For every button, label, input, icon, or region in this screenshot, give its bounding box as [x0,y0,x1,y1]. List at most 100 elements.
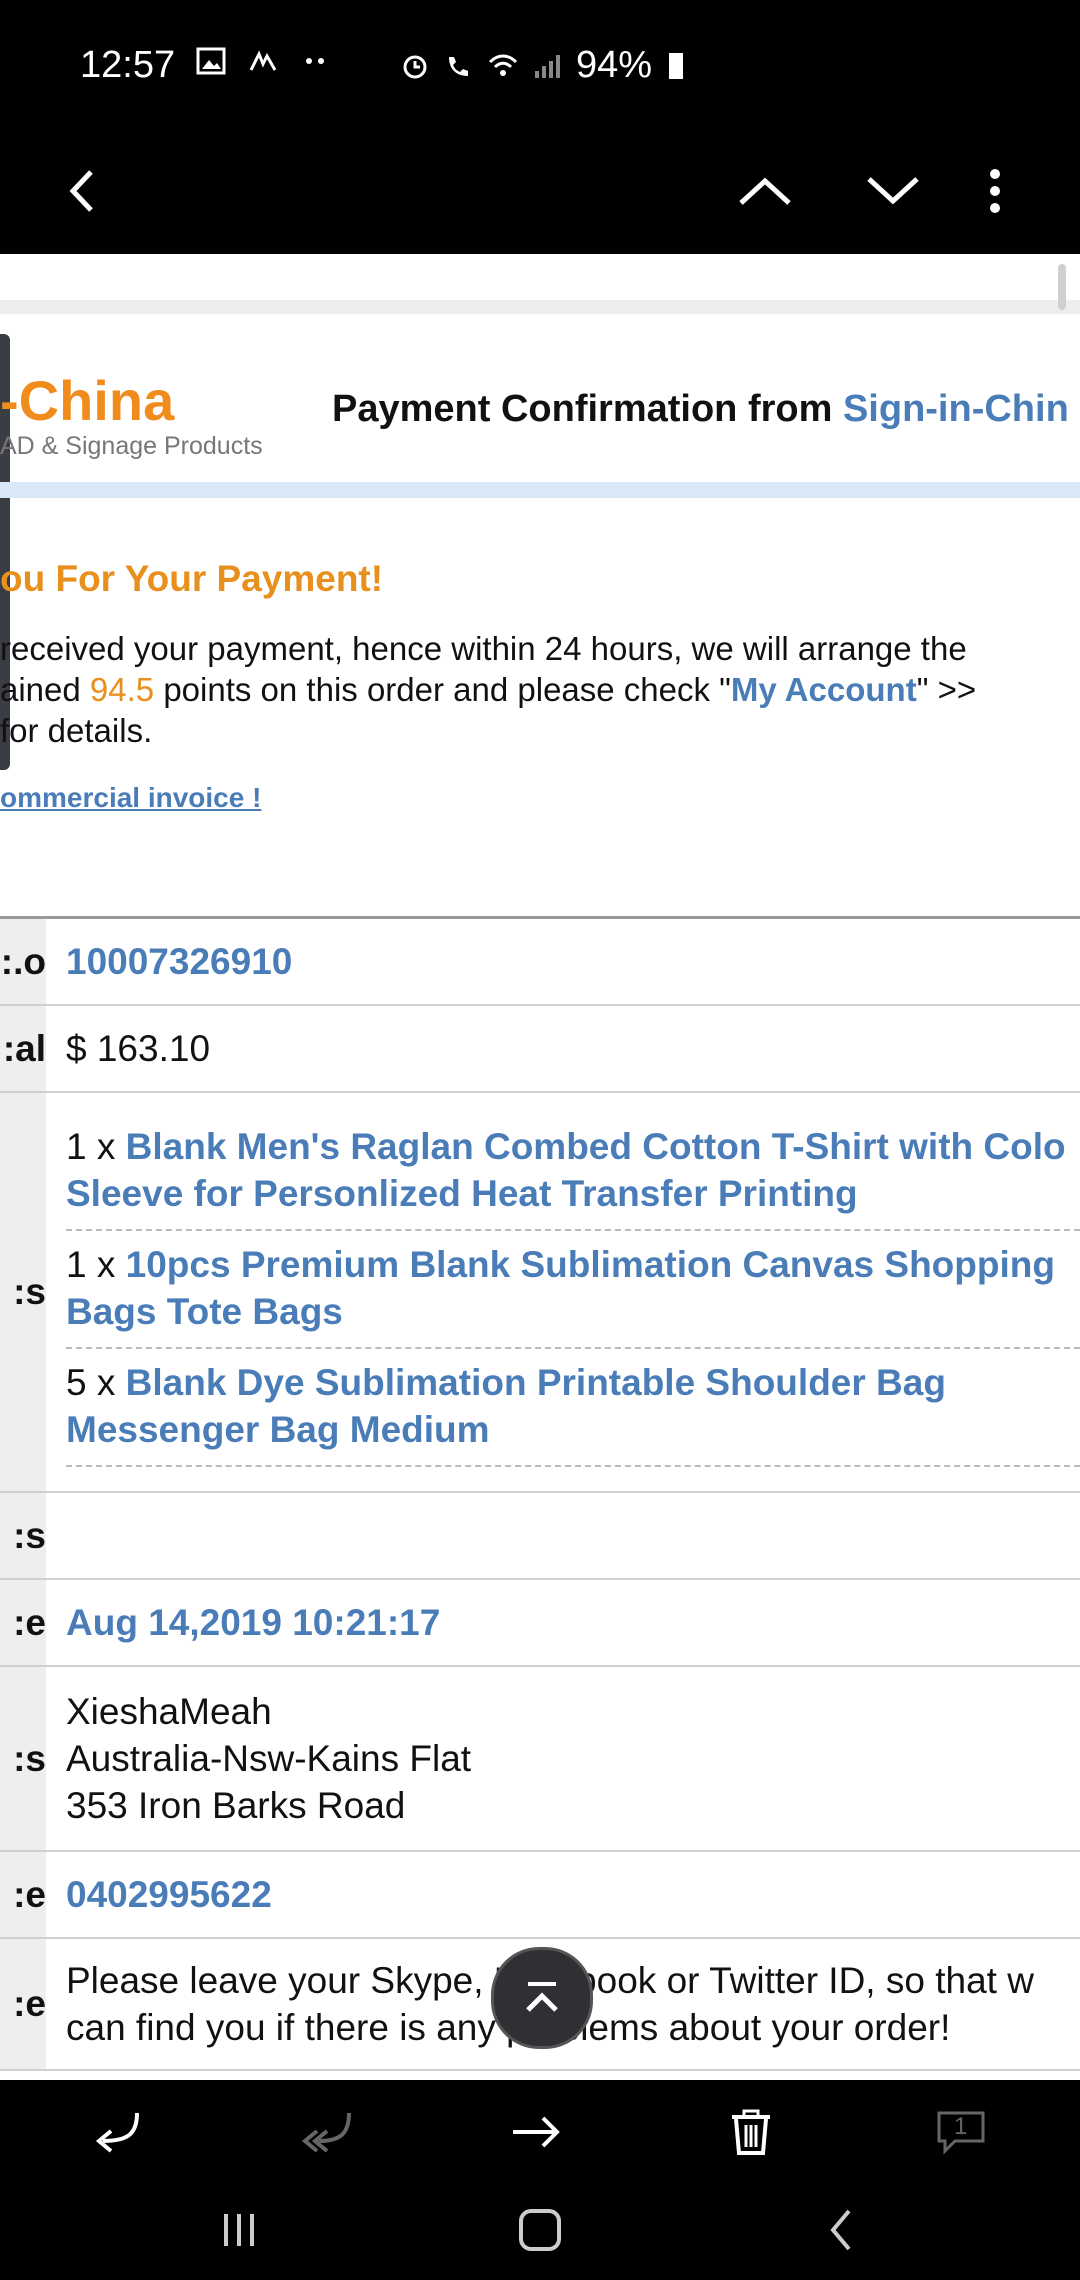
message-line-1: received your payment, hence within 24 h… [0,630,967,667]
cell-signal-icon [535,54,560,78]
phone-label: e: [0,1852,46,1937]
message-line-2: ained 94.5 points on this order and plea… [0,669,1060,710]
logo-subtitle: AD & Signage Products [0,432,263,460]
total-label: al: [0,1006,46,1091]
order-date-value: Aug 14,2019 10:21:17 [66,1601,441,1643]
previous-message-button[interactable] [730,156,800,226]
more-options-button[interactable] [960,156,1030,226]
commercial-invoice-link[interactable]: ommercial invoice ! [0,782,261,814]
header-brand-link[interactable]: Sign-in-Chin [843,388,1069,430]
phone-number-link[interactable]: 0402995622 [46,1852,1080,1937]
status-bar: 12:57 94% [0,0,1080,128]
reply-button[interactable] [82,2100,152,2164]
image-icon [196,47,226,75]
table-row: s: 1 x Blank Men's Raglan Combed Cotton … [0,1093,1080,1493]
more-dots-icon [306,58,324,64]
items-list: 1 x Blank Men's Raglan Combed Cotton T-S… [46,1093,1080,1491]
scroll-to-top-button[interactable] [491,1947,593,2049]
recents-icon [224,2214,254,2246]
wifi-call-icon [449,56,468,76]
address-line: XieshaMeah [66,1691,272,1732]
reply-all-button[interactable] [292,2100,362,2164]
top-strip [0,254,1080,314]
list-item: 5 x Blank Dye Sublimation Printable Shou… [66,1349,1080,1467]
scrollbar[interactable] [1058,264,1066,310]
header-prefix: Payment Confirmation from [332,388,843,430]
message-count-badge: 1 [954,2113,968,2140]
message-count-button[interactable]: 1 [926,2100,996,2164]
battery-level: 94% [576,44,653,86]
order-number-link[interactable]: 10007326910 [46,919,1080,1004]
forward-icon [513,2116,560,2148]
message-line-3: for details. [0,712,153,749]
message-text: " >> [916,671,977,708]
back-nav-icon [830,2209,851,2251]
message-toolbar: 1 [0,2080,1080,2184]
logo-text: -China [0,369,175,432]
address-line: 353 Iron Barks Road [66,1785,406,1826]
list-item: 1 x 10pcs Premium Blank Sublimation Canv… [66,1231,1080,1349]
address-label: s: [0,1667,46,1850]
item-name-link[interactable]: 10pcs Premium Blank Sublimation Canvas S… [126,1244,1055,1285]
email-body[interactable]: -China AD & Signage Products Payment Con… [0,254,1080,2080]
alarm-icon [403,55,427,78]
status-right-icons: 94% [400,44,686,87]
item-qty: 1 x [66,1126,126,1167]
item-name-link[interactable]: Bags Tote Bags [66,1291,343,1332]
wifi-icon [488,54,518,76]
back-nav-button[interactable] [806,2198,876,2262]
item-name-link[interactable]: Messenger Bag Medium [66,1409,490,1450]
remarks-label: s: [0,1493,46,1578]
table-row: e: Aug 14,2019 10:21:17 [0,1580,1080,1667]
order-no-label: o.: [0,919,46,1004]
item-name-link[interactable]: Blank Dye Sublimation Printable Shoulder… [126,1362,946,1403]
table-row: s: [0,1493,1080,1580]
header-divider [0,482,1080,498]
chevron-down-icon [867,177,919,205]
table-row: e: 0402995622 [0,1852,1080,1939]
points-value: 94.5 [89,671,155,708]
reply-icon [95,2112,139,2153]
message-text: points on this order and please check " [154,671,731,708]
address-line: Australia-Nsw-Kains Flat [66,1738,472,1779]
forward-button[interactable] [502,2100,572,2164]
table-row: s: XieshaMeah Australia-Nsw-Kains Flat 3… [0,1667,1080,1852]
table-row: o.: 10007326910 [0,919,1080,1006]
delete-button[interactable] [716,2100,786,2164]
home-icon [519,2209,561,2251]
order-table: o.: 10007326910 al: $ 163.10 s: 1 x Blan… [0,916,1080,2071]
status-left-icons [196,46,330,76]
my-account-link[interactable]: My Account [731,671,917,708]
item-qty: 5 x [66,1362,126,1403]
email-header-title: Payment Confirmation from Sign-in-Chin [332,388,1069,431]
note-label: e: [0,1939,46,2069]
app-bar [0,128,1080,254]
list-item: 1 x Blank Men's Raglan Combed Cotton T-S… [66,1113,1080,1231]
more-vert-icon [990,169,1000,213]
back-icon [69,170,93,212]
item-name-link[interactable]: Sleeve for Personlized Heat Transfer Pri… [66,1173,858,1214]
scroll-to-top-icon [526,1982,558,2012]
thanks-heading: ou For Your Payment! [0,558,384,599]
payment-message: received your payment, hence within 24 h… [0,628,1060,751]
remarks-value [46,1493,1080,1578]
status-time: 12:57 [80,44,176,86]
chevron-up-icon [739,177,791,205]
order-total-value: $ 163.10 [66,1027,211,1069]
home-button[interactable] [505,2198,575,2262]
back-button[interactable] [48,156,118,226]
battery-icon [669,52,684,79]
delete-icon [732,2109,770,2155]
signal-logo-icon [249,50,277,71]
navigation-bar [0,2184,1080,2280]
shipping-address: XieshaMeah Australia-Nsw-Kains Flat 353 … [46,1667,1080,1850]
table-row: al: $ 163.10 [0,1006,1080,1093]
reply-all-icon [301,2112,351,2153]
item-name-link[interactable]: Blank Men's Raglan Combed Cotton T-Shirt… [126,1126,1066,1167]
items-label: s: [0,1093,46,1491]
date-label: e: [0,1580,46,1665]
recents-button[interactable] [204,2198,274,2262]
message-text: ained [0,671,90,708]
next-message-button[interactable] [858,156,928,226]
item-qty: 1 x [66,1244,126,1285]
